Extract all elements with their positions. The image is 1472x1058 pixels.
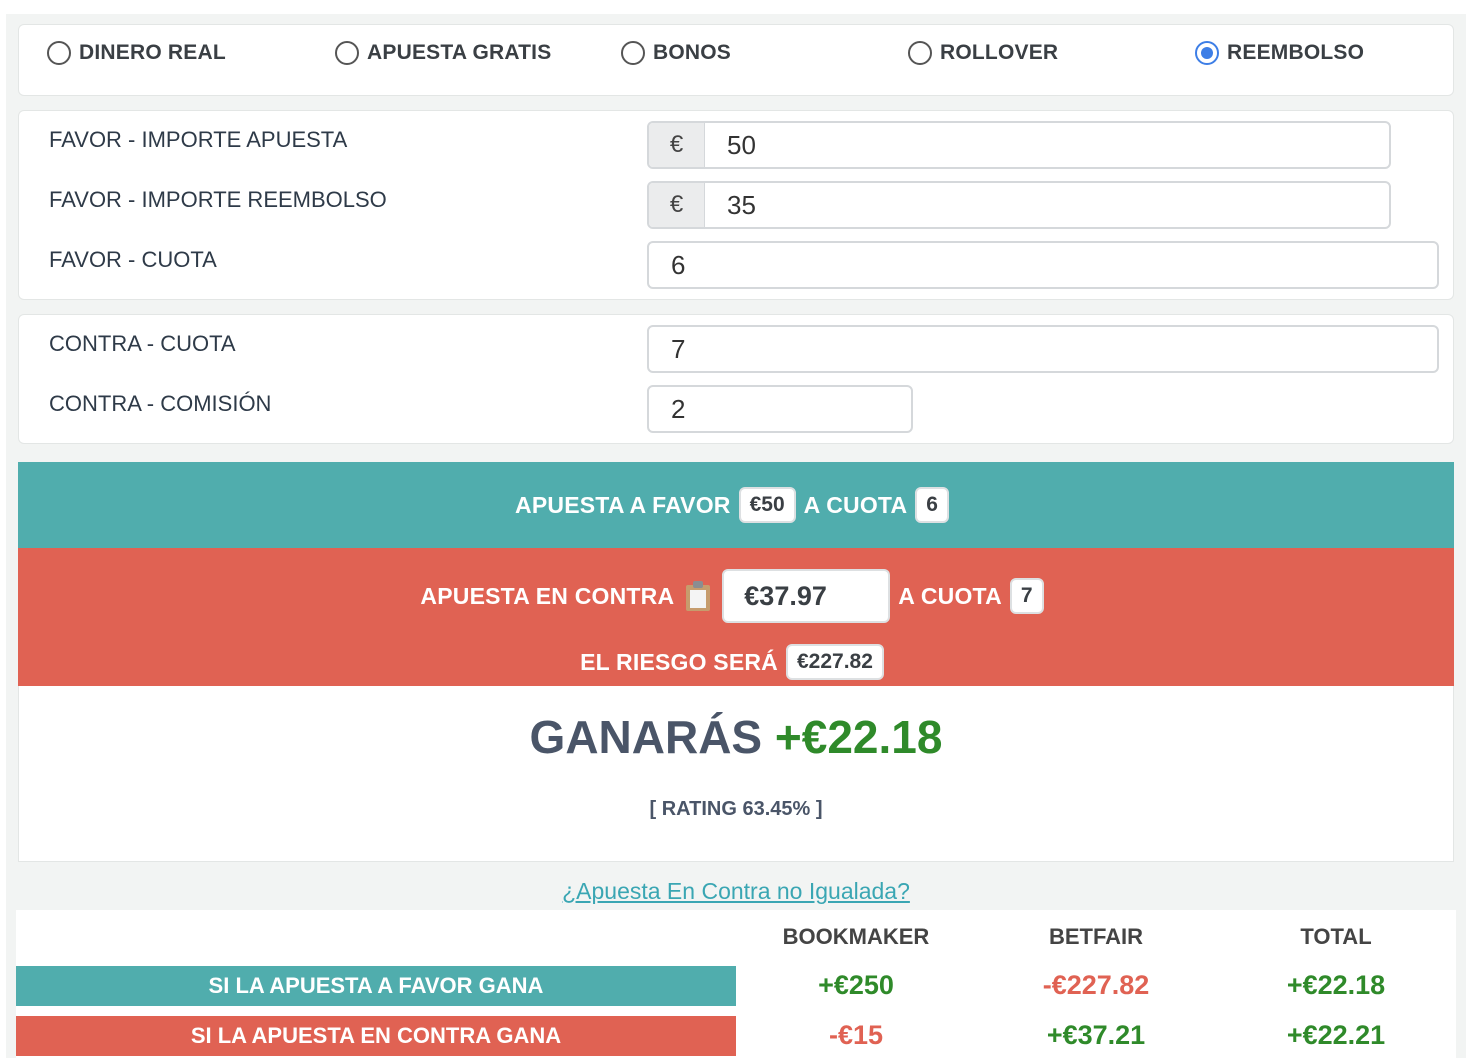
radio-rollover[interactable]: ROLLOVER [908,41,1058,65]
radio-label: BONOS [653,41,732,64]
radio-label: DINERO REAL [79,41,226,64]
euro-addon: € [649,123,705,167]
favor-importe-reembolso-input[interactable] [705,183,1389,227]
header-bookmaker: BOOKMAKER [782,924,930,949]
favor-cuota-label: FAVOR - CUOTA [49,247,217,272]
radio-circle [908,41,932,65]
contra-bet-row: APUESTA EN CONTRA €37.97 A CUOTA 7 [18,568,1454,624]
calculator-panel: DINERO REAL APUESTA GRATIS BONOS ROLLOVE… [6,14,1466,1058]
radio-label: APUESTA GRATIS [367,41,552,64]
row-label-favor-gana: SI LA APUESTA A FAVOR GANA [16,966,736,1006]
header-betfair: BETFAIR [1048,924,1144,949]
ganaras-amount: +€22.18 [774,711,943,763]
contra-cuota-badge: 7 [1009,578,1044,614]
unmatched-lay-link[interactable]: ¿Apuesta En Contra no Igualada? [6,878,1466,905]
mode-selector: DINERO REAL APUESTA GRATIS BONOS ROLLOVE… [18,24,1454,96]
favor-importe-reembolso-field: € [647,181,1391,229]
radio-reembolso[interactable]: REEMBOLSO [1195,41,1364,65]
favor-bet-text: APUESTA A FAVOR [515,491,731,518]
contra-card: CONTRA - CUOTA CONTRA - COMISIÓN % [18,314,1454,444]
rating-text: [ RATING 63.45% ] [649,798,823,820]
contra-cuota-label: CONTRA - CUOTA [49,331,236,356]
win-summary: GANARÁS +€22.18 [ RATING 63.45% ] [18,686,1454,862]
cell-contra-betfair: +€37.21 [1046,1020,1146,1050]
radio-bonos[interactable]: BONOS [621,41,731,65]
contra-bet-band: APUESTA EN CONTRA €37.97 A CUOTA 7 EL RI… [18,548,1454,686]
contra-comision-field: % [647,385,913,433]
a-cuota-text: A CUOTA [803,491,908,518]
favor-cuota-badge: 6 [915,487,949,523]
contra-cuota-input[interactable] [649,327,1437,371]
cell-contra-total: +€22.21 [1286,1020,1386,1050]
header-total: TOTAL [1300,924,1372,949]
euro-addon: € [649,183,705,227]
riesgo-text: EL RIESGO SERÁ [580,648,778,675]
radio-dinero-real[interactable]: DINERO REAL [47,41,226,65]
row-label-contra-gana: SI LA APUESTA EN CONTRA GANA [16,1016,736,1056]
clipboard-icon[interactable] [686,581,711,611]
contra-cuota-field [647,325,1439,373]
favor-cuota-input[interactable] [649,243,1437,287]
cell-contra-bookmaker: -€15 [828,1020,884,1050]
favor-card: FAVOR - IMPORTE APUESTA € FAVOR - IMPORT… [18,110,1454,300]
favor-importe-apuesta-input[interactable] [705,123,1389,167]
cell-favor-bookmaker: +€250 [818,970,894,1000]
contra-comision-input[interactable] [649,387,911,431]
riesgo-row: EL RIESGO SERÁ €227.82 [18,642,1454,682]
radio-label: ROLLOVER [940,41,1059,64]
favor-importe-apuesta-label: FAVOR - IMPORTE APUESTA [49,127,348,152]
cell-favor-total: +€22.18 [1286,970,1386,1000]
contra-comision-label: CONTRA - COMISIÓN [49,391,272,416]
favor-importe-reembolso-label: FAVOR - IMPORTE REEMBOLSO [49,187,387,212]
favor-importe-apuesta-field: € [647,121,1391,169]
contra-amount-field[interactable]: €37.97 [722,569,891,623]
radio-circle [47,41,71,65]
contra-bet-text: APUESTA EN CONTRA [420,582,675,609]
favor-bet-band: APUESTA A FAVOR €50 A CUOTA 6 [18,462,1454,548]
ganaras-label: GANARÁS [529,711,763,763]
radio-apuesta-gratis[interactable]: APUESTA GRATIS [335,41,551,65]
favor-amount-badge: €50 [738,487,796,523]
outcomes-table: BOOKMAKER BETFAIR TOTAL SI LA APUESTA A … [16,910,1456,1058]
radio-circle [621,41,645,65]
radio-label: REEMBOLSO [1227,41,1365,64]
cell-favor-betfair: -€227.82 [1042,970,1150,1000]
a-cuota-text: A CUOTA [898,582,1002,609]
ganaras-line: GANARÁS +€22.18 [19,710,1453,764]
favor-cuota-field [647,241,1439,289]
radio-circle [335,41,359,65]
radio-circle [1195,41,1219,65]
riesgo-amount-badge: €227.82 [786,644,884,680]
